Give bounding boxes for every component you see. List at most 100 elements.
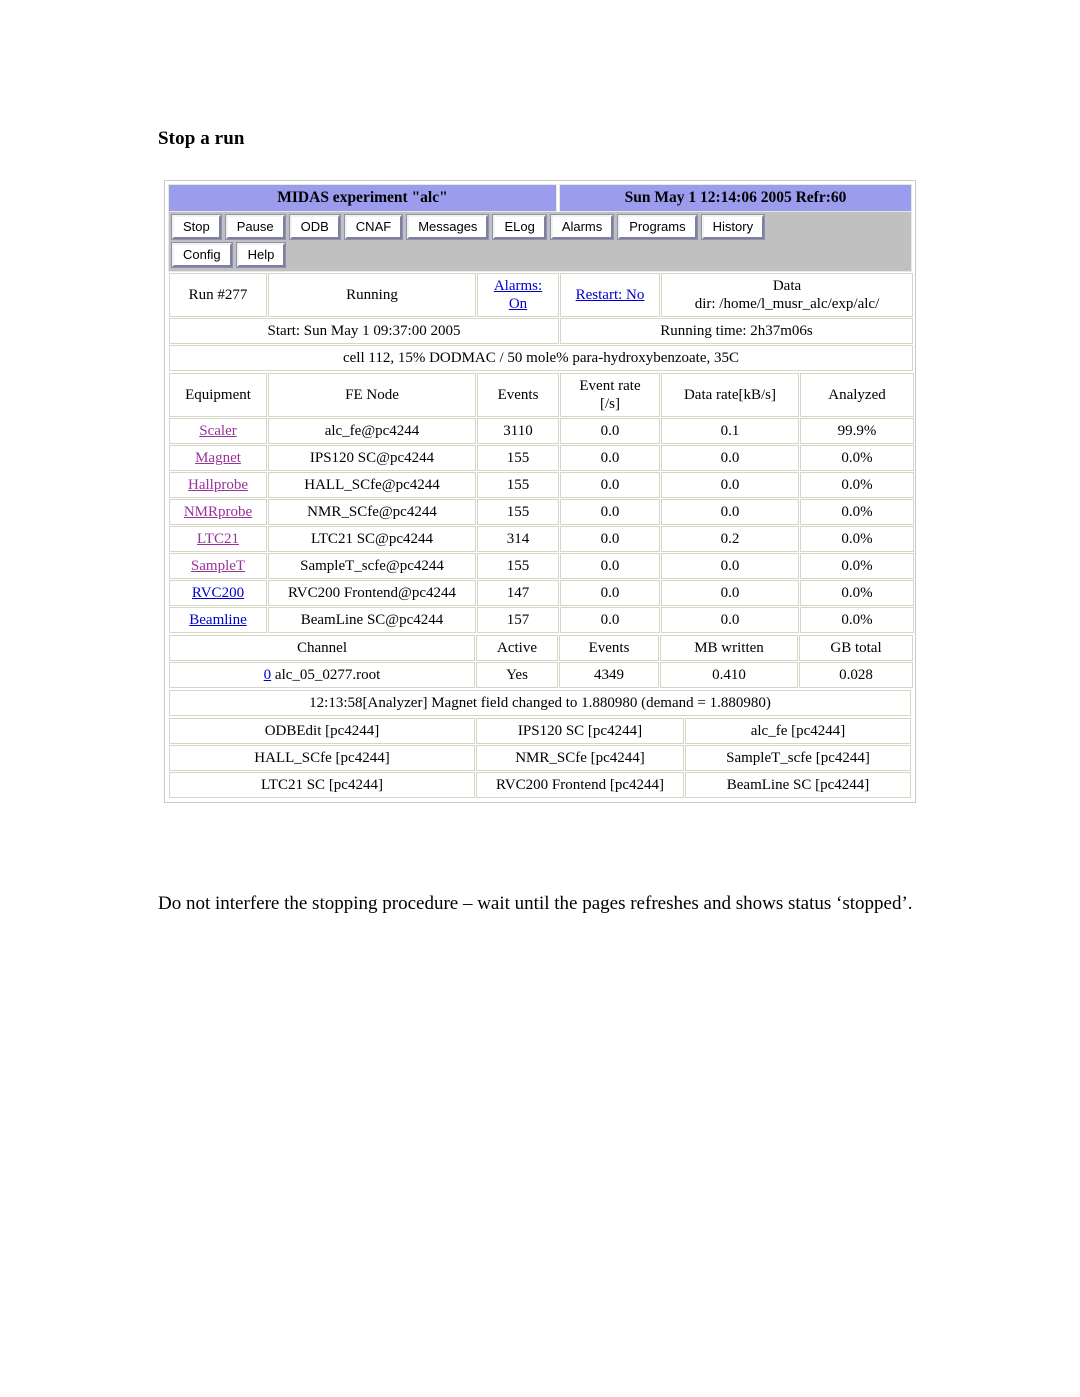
header-channel: Channel [169, 635, 475, 661]
events-cell: 155 [477, 553, 559, 579]
table-row: NMRprobe NMR_SCfe@pc4244 155 0.0 0.0 0.0% [169, 499, 914, 525]
program-cell: IPS120 SC [pc4244] [476, 718, 684, 744]
header-event-rate: Event rate [/s] [560, 373, 660, 417]
analyzed-cell: 0.0% [800, 526, 914, 552]
channel-header-row: Channel Active Events MB written GB tota… [169, 635, 913, 661]
equipment-name-cell[interactable]: SampleT [169, 553, 267, 579]
table-row: Scaler alc_fe@pc4244 3110 0.0 0.1 99.9% [169, 418, 914, 444]
alarms-cell[interactable]: Alarms: On [477, 273, 559, 317]
odb-button[interactable]: ODB [288, 214, 341, 240]
elog-button[interactable]: ELog [492, 214, 547, 240]
data-rate-cell: 0.0 [661, 553, 799, 579]
data-rate-cell: 0.2 [661, 526, 799, 552]
data-dir-value: dir: /home/l_musr_alc/exp/alc/ [694, 296, 880, 312]
page-title: Stop a run [158, 128, 245, 149]
program-cell: HALL_SCfe [pc4244] [169, 745, 475, 771]
history-button[interactable]: History [700, 214, 766, 240]
analyzed-cell: 0.0% [800, 580, 914, 606]
table-row: LTC21 LTC21 SC@pc4244 314 0.0 0.2 0.0% [169, 526, 914, 552]
header-event-rate-line2: [/s] [600, 396, 620, 412]
header-events: Events [477, 373, 559, 417]
equipment-link[interactable]: SampleT [191, 558, 245, 574]
pause-button[interactable]: Pause [224, 214, 286, 240]
header-active: Active [476, 635, 558, 661]
analyzed-cell: 99.9% [800, 418, 914, 444]
program-cell: LTC21 SC [pc4244] [169, 772, 475, 798]
channel-rows: 0 alc_05_0277.root Yes 4349 0.410 0.028 [169, 662, 913, 688]
button-row-1: Stop Pause ODB CNAF Messages ELog Alarms… [171, 214, 908, 240]
events-cell: 157 [477, 607, 559, 633]
table-row: SampleT SampleT_scfe@pc4244 155 0.0 0.0 0.0% [169, 553, 914, 579]
equipment-link[interactable]: LTC21 [197, 531, 239, 547]
config-button[interactable]: Config [171, 242, 233, 268]
fe-node-cell: alc_fe@pc4244 [268, 418, 476, 444]
last-message: 12:13:58[Analyzer] Magnet field changed … [169, 690, 911, 716]
equipment-name-cell[interactable]: Hallprobe [169, 472, 267, 498]
help-button[interactable]: Help [235, 242, 287, 268]
equipment-name-cell[interactable]: Magnet [169, 445, 267, 471]
data-rate-cell: 0.0 [661, 445, 799, 471]
equipment-name-cell[interactable]: Beamline [169, 607, 267, 633]
alarms-link-line2: On [508, 296, 528, 312]
data-dir-cell: Data dir: /home/l_musr_alc/exp/alc/ [661, 273, 913, 317]
table-row: 0 alc_05_0277.root Yes 4349 0.410 0.028 [169, 662, 913, 688]
equipment-link[interactable]: Hallprobe [188, 477, 248, 493]
equipment-name-cell[interactable]: LTC21 [169, 526, 267, 552]
data-rate-cell: 0.0 [661, 472, 799, 498]
programs-rows: ODBEdit [pc4244] IPS120 SC [pc4244] alc_fe… [169, 718, 911, 798]
program-cell: BeamLine SC [pc4244] [685, 772, 911, 798]
fe-node-cell: SampleT_scfe@pc4244 [268, 553, 476, 579]
midas-status-page: MIDAS experiment "alc" Sun May 1 12:14:0… [164, 180, 916, 803]
events-cell: 314 [477, 526, 559, 552]
channel-gb-total-cell: 0.028 [799, 662, 913, 688]
equipment-link[interactable]: NMRprobe [184, 504, 252, 520]
cnaf-button[interactable]: CNAF [343, 214, 404, 240]
programs-row: ODBEdit [pc4244] IPS120 SC [pc4244] alc_fe… [169, 718, 911, 744]
stop-button[interactable]: Stop [171, 214, 222, 240]
equipment-name-cell[interactable]: RVC200 [169, 580, 267, 606]
experiment-title: MIDAS experiment "alc" [168, 184, 557, 212]
alarms-button[interactable]: Alarms [549, 214, 615, 240]
header-equipment: Equipment [169, 373, 267, 417]
clock-and-refresh: Sun May 1 12:14:06 2005 Refr:60 [559, 184, 912, 212]
channel-active-cell: Yes [476, 662, 558, 688]
restart-cell[interactable]: Restart: No [560, 273, 660, 317]
messages-button[interactable]: Messages [406, 214, 490, 240]
analyzed-cell: 0.0% [800, 499, 914, 525]
program-cell: ODBEdit [pc4244] [169, 718, 475, 744]
alarms-link[interactable]: Alarms: On [494, 278, 542, 312]
run-status-table: Run #277 Running Alarms: On Restart: No … [168, 272, 914, 372]
equipment-name-cell[interactable]: NMRprobe [169, 499, 267, 525]
programs-row: LTC21 SC [pc4244] RVC200 Frontend [pc4244… [169, 772, 911, 798]
channel-events-cell: 4349 [559, 662, 659, 688]
channel-mb-written-cell: 0.410 [660, 662, 798, 688]
table-row: Magnet IPS120 SC@pc4244 155 0.0 0.0 0.0% [169, 445, 914, 471]
event-rate-cell: 0.0 [560, 499, 660, 525]
running-time-cell: Running time: 2h37m06s [560, 318, 913, 344]
titlebar: MIDAS experiment "alc" Sun May 1 12:14:0… [168, 184, 912, 212]
programs-table: ODBEdit [pc4244] IPS120 SC [pc4244] alc_fe… [168, 717, 912, 799]
message-row: 12:13:58[Analyzer] Magnet field changed … [169, 690, 911, 716]
equipment-link[interactable]: Beamline [189, 612, 246, 628]
program-cell: SampleT_scfe [pc4244] [685, 745, 911, 771]
caption-text: Do not interfere the stopping procedure … [158, 893, 913, 914]
events-cell: 155 [477, 499, 559, 525]
equipment-name-cell[interactable]: Scaler [169, 418, 267, 444]
event-rate-cell: 0.0 [560, 580, 660, 606]
equipment-link[interactable]: RVC200 [192, 585, 244, 601]
events-cell: 147 [477, 580, 559, 606]
equipment-link[interactable]: Scaler [199, 423, 236, 439]
header-event-rate-line1: Event rate [579, 378, 641, 394]
header-fe-node: FE Node [268, 373, 476, 417]
event-rate-cell: 0.0 [560, 607, 660, 633]
event-rate-cell: 0.0 [560, 418, 660, 444]
data-rate-cell: 0.0 [661, 499, 799, 525]
analyzed-cell: 0.0% [800, 472, 914, 498]
alarms-link-line1: Alarms: [493, 278, 543, 294]
restart-link[interactable]: Restart: No [576, 287, 645, 303]
analyzed-cell: 0.0% [800, 553, 914, 579]
event-rate-cell: 0.0 [560, 445, 660, 471]
equipment-link[interactable]: Magnet [195, 450, 241, 466]
programs-button[interactable]: Programs [617, 214, 698, 240]
channel-file-cell[interactable]: 0 alc_05_0277.root [169, 662, 475, 688]
